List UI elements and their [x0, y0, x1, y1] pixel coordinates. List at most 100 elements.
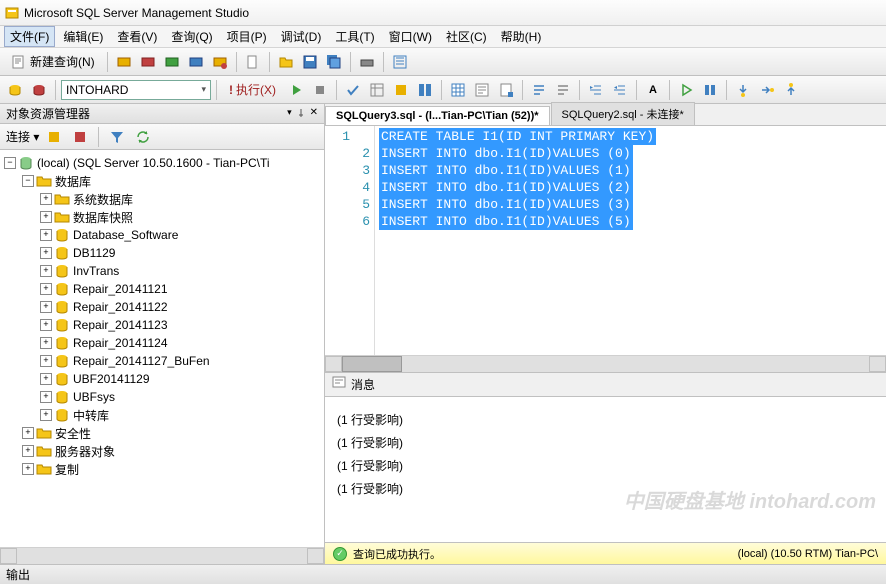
- indent-icon[interactable]: [585, 79, 607, 101]
- new-query-button[interactable]: 新建查询(N): [4, 51, 102, 73]
- tb2-icon-5[interactable]: [366, 79, 388, 101]
- tree-serverobj[interactable]: +服务器对象: [2, 442, 322, 460]
- tb-icon-7[interactable]: [356, 51, 378, 73]
- tb2-icon-16[interactable]: [699, 79, 721, 101]
- results-text-icon[interactable]: [471, 79, 493, 101]
- tb2-icon-1[interactable]: [4, 79, 26, 101]
- connect-toolbar: 连接 ▾: [0, 124, 324, 150]
- sql-editor[interactable]: 123456 CREATE TABLE I1(ID INT PRIMARY KE…: [325, 126, 886, 355]
- tb-icon-6[interactable]: [242, 51, 264, 73]
- comment-icon[interactable]: [528, 79, 550, 101]
- open-icon[interactable]: [275, 51, 297, 73]
- tree-db[interactable]: +Repair_20141123: [2, 316, 322, 334]
- results-file-icon[interactable]: [495, 79, 517, 101]
- parse-icon[interactable]: [342, 79, 364, 101]
- tree-db[interactable]: +UBFsys: [2, 388, 322, 406]
- message-line: (1 行受影响): [337, 457, 874, 474]
- menu-debug[interactable]: 调试(D): [275, 26, 328, 47]
- tree-db[interactable]: +Repair_20141124: [2, 334, 322, 352]
- tb-icon-4[interactable]: [185, 51, 207, 73]
- execute-button[interactable]: ! 执行(X): [222, 79, 283, 101]
- tb2-icon-6[interactable]: [390, 79, 412, 101]
- success-icon: ✓: [333, 547, 347, 561]
- menu-window[interactable]: 窗口(W): [383, 26, 438, 47]
- database-combo[interactable]: INTOHARD: [61, 80, 211, 100]
- tb2-icon-7[interactable]: [414, 79, 436, 101]
- tree-root[interactable]: −(local) (SQL Server 10.50.1600 - Tian-P…: [2, 154, 322, 172]
- folder-icon: [36, 461, 52, 477]
- tree-db[interactable]: +Repair_20141127_BuFen: [2, 352, 322, 370]
- debug-icon[interactable]: [285, 79, 307, 101]
- pin-icon[interactable]: [296, 107, 306, 121]
- messages-panel: 消息 (1 行受影响) (1 行受影响) (1 行受影响) (1 行受影响): [325, 372, 886, 542]
- refresh-icon[interactable]: [132, 126, 154, 148]
- dropdown-icon[interactable]: ▾: [287, 107, 292, 121]
- tb-icon-3[interactable]: [161, 51, 183, 73]
- tb-icon-1[interactable]: [113, 51, 135, 73]
- code-area[interactable]: CREATE TABLE I1(ID INT PRIMARY KEY) INSE…: [375, 126, 660, 355]
- tree-db[interactable]: +DB1129: [2, 244, 322, 262]
- connect-icon-1[interactable]: [43, 126, 65, 148]
- tree-db[interactable]: +Repair_20141121: [2, 280, 322, 298]
- uncomment-icon[interactable]: [552, 79, 574, 101]
- output-label: 输出: [6, 566, 30, 583]
- status-text: 查询已成功执行。: [353, 546, 441, 562]
- menu-help[interactable]: 帮助(H): [495, 26, 548, 47]
- save-icon[interactable]: [299, 51, 321, 73]
- connect-icon-2[interactable]: [69, 126, 91, 148]
- tree-db[interactable]: +UBF20141129: [2, 370, 322, 388]
- app-icon: [4, 5, 20, 21]
- tree-db[interactable]: +InvTrans: [2, 262, 322, 280]
- tree-security[interactable]: +安全性: [2, 424, 322, 442]
- menu-community[interactable]: 社区(C): [440, 26, 493, 47]
- tree-snapshot[interactable]: +数据库快照: [2, 208, 322, 226]
- tree[interactable]: −(local) (SQL Server 10.50.1600 - Tian-P…: [0, 150, 324, 547]
- tb-icon-2[interactable]: [137, 51, 159, 73]
- scrollbar-h[interactable]: [0, 547, 324, 564]
- menu-project[interactable]: 项目(P): [221, 26, 273, 47]
- menu-file[interactable]: 文件(F): [4, 26, 55, 47]
- database-icon: [54, 299, 70, 315]
- database-icon: [54, 335, 70, 351]
- database-icon: [54, 371, 70, 387]
- tab-query2[interactable]: SQLQuery2.sql - 未连接*: [551, 102, 695, 125]
- tb-icon-5[interactable]: [209, 51, 231, 73]
- object-explorer: 对象资源管理器 ▾ ✕ 连接 ▾ −(local) (SQL Server 10…: [0, 104, 325, 564]
- menu-tools[interactable]: 工具(T): [329, 26, 380, 47]
- tb2-icon-14[interactable]: A: [642, 79, 664, 101]
- stop-icon[interactable]: [309, 79, 331, 101]
- filter-icon[interactable]: [106, 126, 128, 148]
- tb2-icon-15[interactable]: [675, 79, 697, 101]
- output-panel-header: 输出: [0, 564, 886, 584]
- tb-icon-8[interactable]: [389, 51, 411, 73]
- messages-tab[interactable]: 消息: [351, 376, 375, 393]
- messages-body[interactable]: (1 行受影响) (1 行受影响) (1 行受影响) (1 行受影响): [325, 397, 886, 542]
- tree-databases[interactable]: −数据库: [2, 172, 322, 190]
- connect-button[interactable]: 连接 ▾: [6, 128, 39, 145]
- tree-db[interactable]: +Database_Software: [2, 226, 322, 244]
- database-icon: [54, 281, 70, 297]
- menu-query[interactable]: 查询(Q): [165, 26, 218, 47]
- tree-db[interactable]: +中转库: [2, 406, 322, 424]
- editor-scrollbar-h[interactable]: [325, 355, 886, 372]
- tree-replication[interactable]: +复制: [2, 460, 322, 478]
- status-bar: ✓ 查询已成功执行。 (local) (10.50 RTM) Tian-PC\: [325, 542, 886, 564]
- menu-edit[interactable]: 编辑(E): [57, 26, 109, 47]
- outdent-icon[interactable]: [609, 79, 631, 101]
- menu-view[interactable]: 查看(V): [111, 26, 163, 47]
- database-icon: [54, 245, 70, 261]
- database-icon: [54, 227, 70, 243]
- editor-tabs: SQLQuery3.sql - (l...Tian-PC\Tian (52))*…: [325, 104, 886, 126]
- folder-icon: [36, 173, 52, 189]
- tree-sysdb[interactable]: +系统数据库: [2, 190, 322, 208]
- tab-query3[interactable]: SQLQuery3.sql - (l...Tian-PC\Tian (52))*: [325, 106, 550, 125]
- close-icon[interactable]: ✕: [310, 107, 318, 121]
- save-all-icon[interactable]: [323, 51, 345, 73]
- tb2-icon-17[interactable]: [732, 79, 754, 101]
- app-title: Microsoft SQL Server Management Studio: [24, 6, 249, 20]
- tb2-icon-19[interactable]: [780, 79, 802, 101]
- tb2-icon-18[interactable]: [756, 79, 778, 101]
- tree-db[interactable]: +Repair_20141122: [2, 298, 322, 316]
- tb2-icon-2[interactable]: [28, 79, 50, 101]
- results-grid-icon[interactable]: [447, 79, 469, 101]
